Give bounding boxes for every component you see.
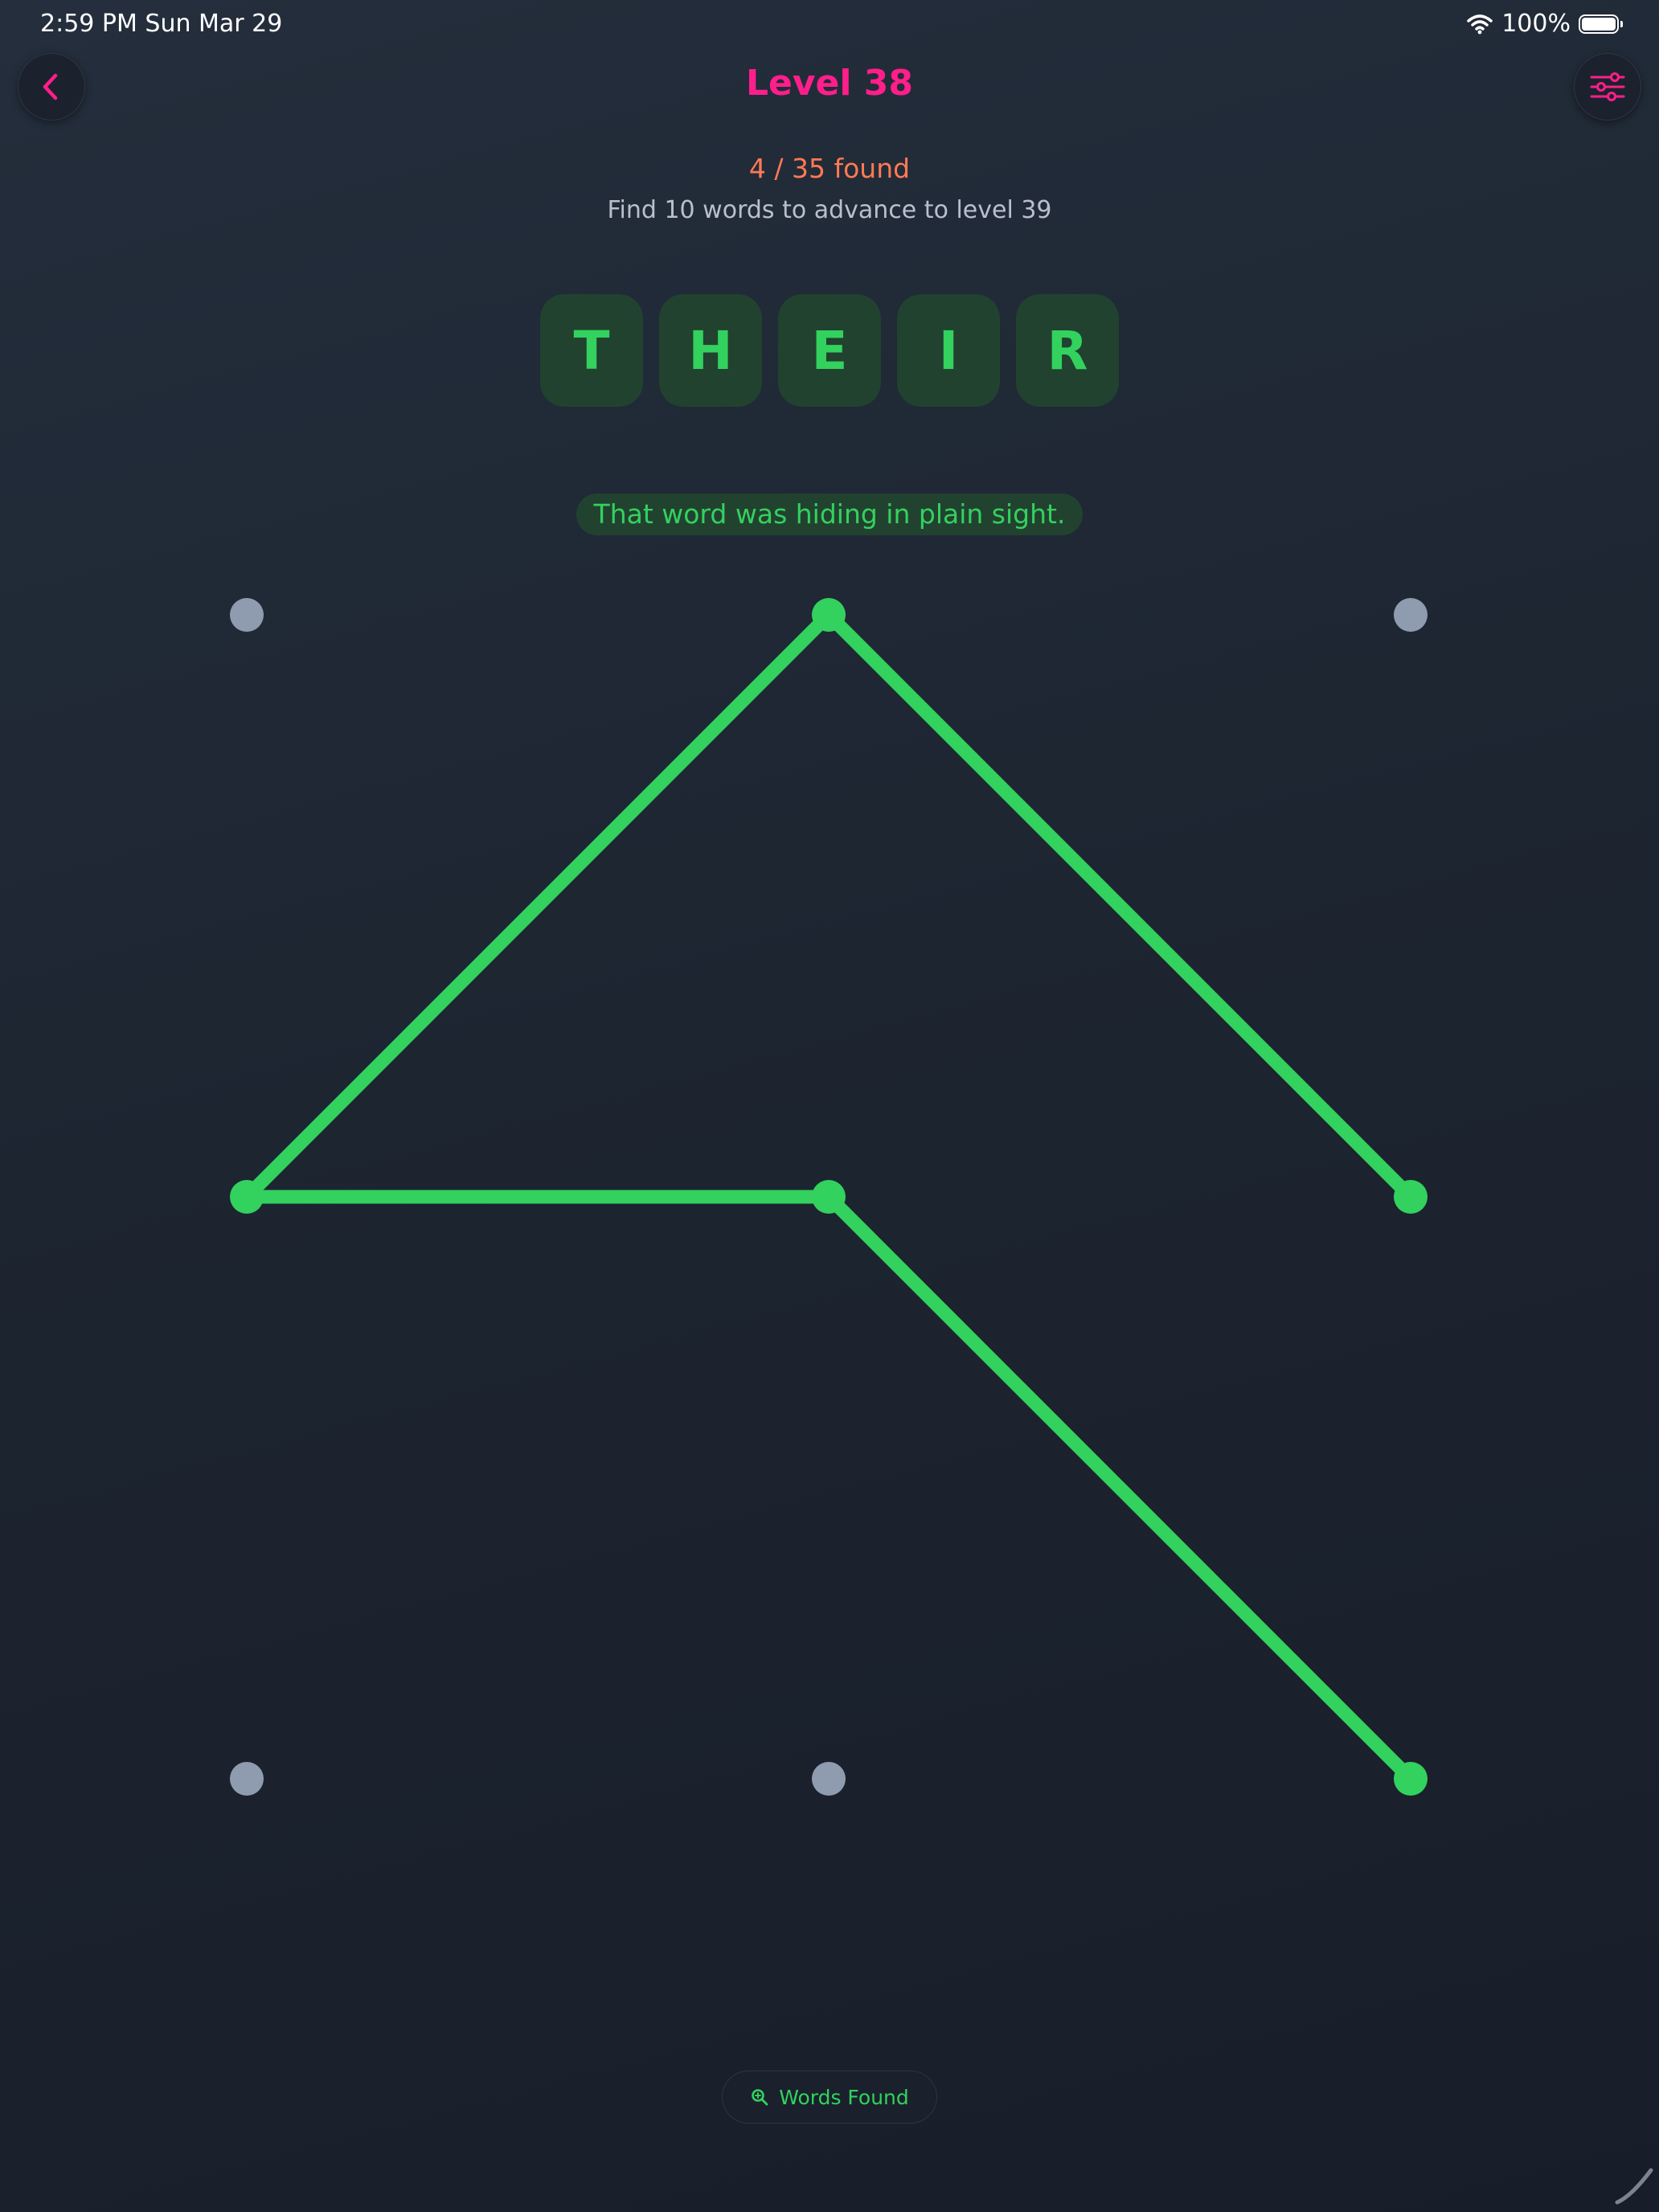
pattern-dot-active[interactable] — [1394, 1180, 1428, 1214]
pattern-dot-active[interactable] — [1394, 1762, 1428, 1796]
pattern-dot-active[interactable] — [812, 1180, 846, 1214]
pattern-dot[interactable] — [812, 1762, 846, 1796]
pattern-dot-active[interactable] — [230, 1180, 264, 1214]
pattern-dot[interactable] — [230, 598, 264, 632]
pattern-segment — [240, 608, 836, 1204]
words-found-wrap: Words Found — [0, 2071, 1659, 2124]
pattern-dot[interactable] — [1394, 598, 1428, 632]
pattern-segment — [821, 1190, 1418, 1786]
magnifier-icon — [752, 2089, 768, 2106]
pattern-segment — [821, 608, 1418, 1204]
words-found-button[interactable]: Words Found — [722, 2071, 937, 2124]
corner-indicator — [1615, 2168, 1653, 2205]
pattern-dot[interactable] — [230, 1762, 264, 1796]
words-found-label: Words Found — [779, 2085, 909, 2109]
pattern-grid[interactable] — [0, 0, 1659, 1849]
pattern-dot-active[interactable] — [812, 598, 846, 632]
